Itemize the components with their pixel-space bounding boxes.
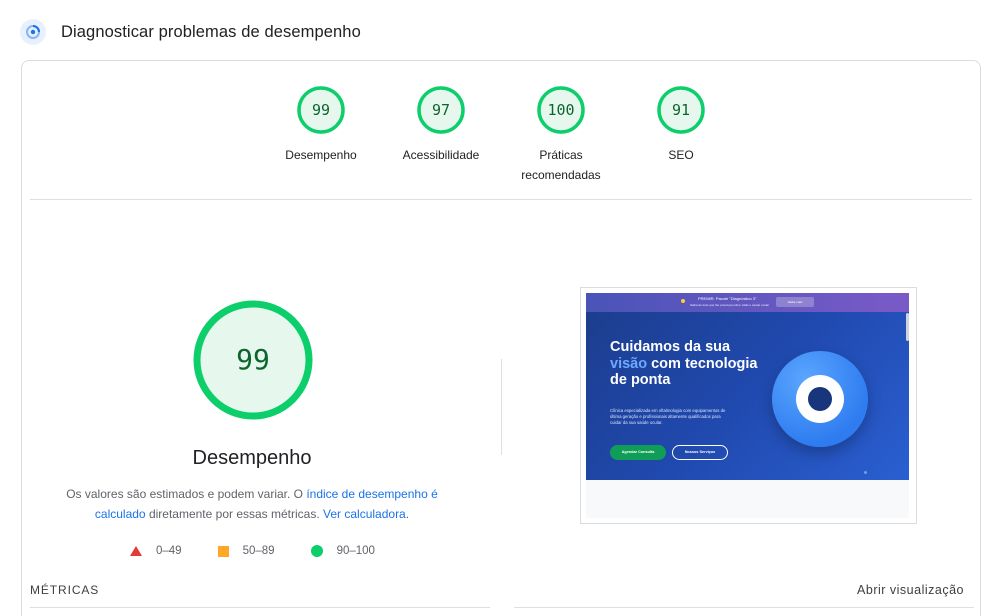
desc-text: . [405,507,410,521]
score-ring: 97 [416,85,466,135]
eye-pupil [808,387,832,411]
vertical-divider [501,359,502,455]
screenshot-viewport: PREMIR: Pacote "Diagnóstico 3" Saiba de … [586,293,909,518]
divider [30,607,490,608]
report-card: 99 Desempenho 97 Acessibilidade 100 Prát… [21,60,981,616]
legend-fail: 0–49 [130,545,182,557]
legend-range: 90–100 [336,545,375,557]
desc-text: diretamente por essas métricas. [145,507,324,521]
hero-paragraph: Clínica especializada em oftalmologia co… [610,408,726,426]
sparkle [736,361,739,364]
screenshot-hero: PREMIR: Pacote "Diagnóstico 3" Saiba de … [586,293,909,480]
score-value: 91 [671,101,691,119]
desc-text: Os valores são estimados e podem variar.… [66,487,307,501]
gauge-label: Práticas recomendadas [521,148,601,182]
score-legend: 0–49 50–89 90–100 [130,543,375,559]
category-gauges: 99 Desempenho 97 Acessibilidade 100 Prát… [22,85,980,195]
lighthouse-gauge-icon [20,19,46,45]
gauge-best-practices[interactable]: 100 Práticas recomendadas [501,85,621,185]
score-value: 99 [311,101,331,119]
score-ring: 100 [536,85,586,135]
hero-primary-button: Agendar Consulta [610,445,666,460]
metrics-heading: MÉTRICAS [30,583,100,597]
divider [514,607,974,608]
legend-range: 0–49 [156,545,182,557]
gauge-seo[interactable]: 91 SEO [621,85,741,165]
performance-score: 99 [236,343,270,376]
screenshot-below-fold [586,480,909,518]
banner-subtitle: Saiba de tudo que lhe preocupa sobre vis… [690,303,770,307]
gauge-performance[interactable]: 99 Desempenho [261,85,381,165]
score-ring: 91 [656,85,706,135]
section-header: Diagnosticar problemas de desempenho [20,18,361,46]
banner-button: Saiba mais [776,297,814,307]
legend-pass: 90–100 [310,545,375,557]
square-icon [217,545,229,557]
sparkle [864,471,867,474]
gauge-label: Desempenho [285,148,357,162]
headline-accent: visão [610,355,648,372]
headline-text: Cuidamos da sua [610,339,731,355]
hero-headline: Cuidamos da sua visão com tecnologia de … [610,339,770,389]
screenshot-scrollbar [906,313,909,341]
score-value: 97 [431,101,451,119]
score-ring: 99 [296,85,346,135]
gauge-label: SEO [668,148,694,162]
performance-description: Os valores são estimados e podem variar.… [62,484,442,524]
legend-average: 50–89 [217,545,275,557]
eye-icon [772,351,868,447]
open-view-toggle[interactable]: Abrir visualização [857,583,964,597]
gauge-label: Acessibilidade [402,148,480,162]
performance-title: Desempenho [192,447,312,469]
gauge-accessibility[interactable]: 97 Acessibilidade [381,85,501,165]
final-screenshot[interactable]: PREMIR: Pacote "Diagnóstico 3" Saiba de … [580,287,917,524]
performance-gauge: 99 [192,299,314,421]
legend-range: 50–89 [242,545,275,557]
banner-title: PREMIR: Pacote "Diagnóstico 3" [698,296,757,301]
hero-secondary-button: Nossos Serviços [672,445,728,460]
calculator-link[interactable]: Ver calculadora [323,507,406,521]
divider [30,199,972,200]
circle-icon [310,545,323,557]
triangle-icon [130,546,142,556]
star-icon [681,299,685,303]
screenshot-banner: PREMIR: Pacote "Diagnóstico 3" Saiba de … [586,293,909,312]
eye-white [796,375,844,423]
section-title: Diagnosticar problemas de desempenho [61,22,361,41]
score-value: 100 [547,101,575,119]
